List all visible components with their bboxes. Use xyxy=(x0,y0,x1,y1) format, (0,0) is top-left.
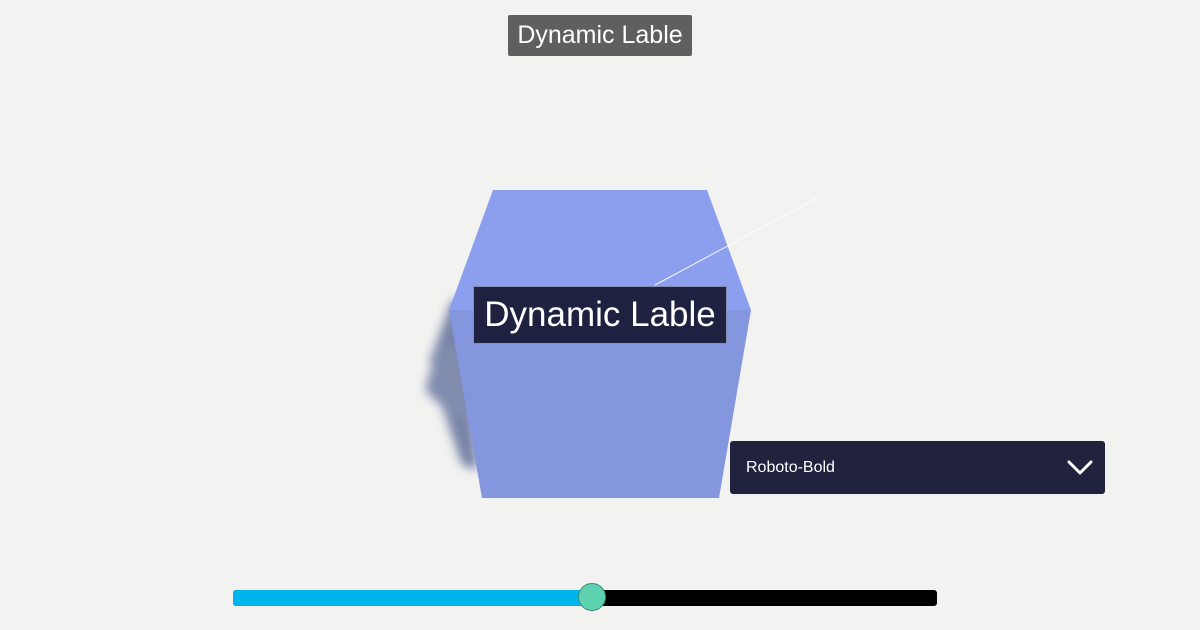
slider-thumb[interactable] xyxy=(578,583,607,611)
size-slider[interactable] xyxy=(233,583,937,613)
cube-dynamic-label: Dynamic Lable xyxy=(473,286,727,344)
slider-fill xyxy=(233,590,593,606)
font-dropdown-value: Roboto-Bold xyxy=(746,459,835,476)
chevron-down-icon xyxy=(1067,460,1093,475)
cube xyxy=(449,190,751,498)
font-dropdown[interactable]: Roboto-Bold xyxy=(730,441,1105,494)
